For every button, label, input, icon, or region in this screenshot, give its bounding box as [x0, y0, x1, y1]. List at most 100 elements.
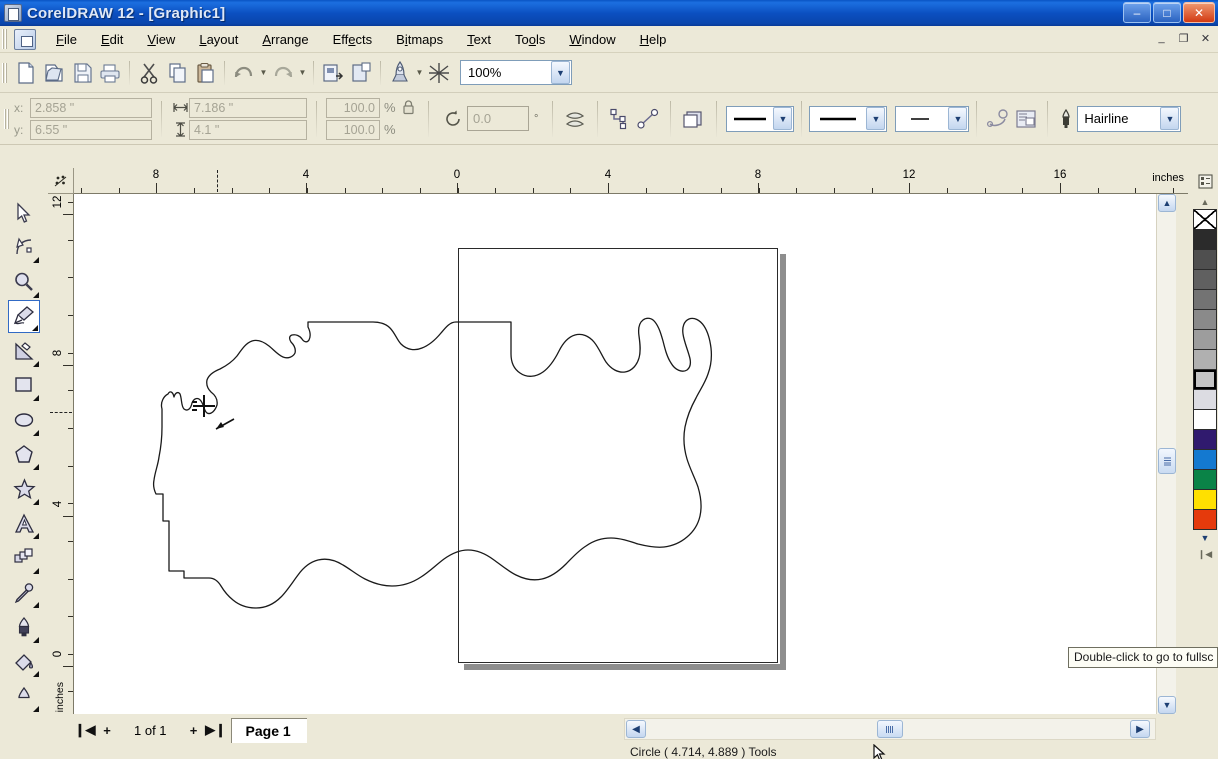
horizontal-scrollbar[interactable]: ◀ ▶ — [624, 718, 1156, 740]
flyout-arrow[interactable] — [33, 533, 39, 540]
application-launcher-icon[interactable] — [386, 58, 414, 88]
convert-outline-to-object-icon[interactable] — [634, 104, 662, 134]
swatch-green[interactable] — [1193, 469, 1217, 490]
outline-style-combobox[interactable]: ▼ — [726, 105, 795, 132]
mdi-minimize-button[interactable]: _ — [1153, 30, 1170, 46]
cut-icon[interactable] — [135, 58, 163, 88]
outline-style-caret[interactable]: ▼ — [773, 107, 793, 130]
vertical-scroll-thumb[interactable] — [1158, 448, 1176, 474]
redo-icon[interactable] — [269, 58, 297, 88]
swatch-white[interactable] — [1193, 409, 1217, 430]
minimize-button[interactable]: – — [1123, 2, 1151, 23]
outline-pen-icon[interactable] — [1055, 104, 1077, 134]
swatch-gray-90[interactable] — [1193, 249, 1217, 270]
horizontal-scroll-thumb[interactable] — [877, 720, 903, 738]
freehand-tool[interactable] — [8, 299, 40, 334]
polygon-tool[interactable] — [8, 438, 40, 472]
close-button[interactable]: ✕ — [1183, 2, 1215, 23]
add-page-after-button[interactable]: + — [183, 719, 205, 741]
flyout-arrow[interactable] — [33, 636, 39, 643]
menu-item-bitmaps[interactable]: Bitmaps — [384, 28, 455, 51]
menu-item-arrange[interactable]: Arrange — [250, 28, 320, 51]
lock-ratio-icon[interactable] — [398, 100, 418, 115]
menu-item-help[interactable]: Help — [628, 28, 679, 51]
scroll-right-button[interactable]: ▶ — [1130, 720, 1150, 738]
outline-arrow-end-caret[interactable]: ▼ — [948, 107, 968, 130]
swatch-gray-70[interactable] — [1193, 289, 1217, 310]
zoom-level-combobox[interactable]: 100% ▼ — [460, 60, 572, 85]
width-field[interactable]: 7.186 " — [189, 97, 307, 118]
vertical-scrollbar[interactable]: ▲ ▼ — [1156, 194, 1176, 714]
outline-width-caret[interactable]: ▼ — [1160, 107, 1180, 130]
swatch-black[interactable] — [1193, 229, 1217, 250]
outline-arrow-start-combobox[interactable]: ▼ — [809, 105, 888, 132]
scale-vertical-field[interactable]: 100.0 — [326, 119, 380, 140]
flyout-arrow[interactable] — [33, 602, 39, 609]
swatch-gray-50[interactable] — [1193, 329, 1217, 350]
undo-icon[interactable] — [230, 58, 258, 88]
swatch-gray-80[interactable] — [1193, 269, 1217, 290]
palette-end-button[interactable]: ❙◀ — [1193, 547, 1217, 561]
y-position-field[interactable]: 6.55 " — [30, 119, 152, 140]
scroll-up-button[interactable]: ▲ — [1158, 194, 1176, 212]
flyout-arrow[interactable] — [33, 257, 39, 264]
scale-horizontal-field[interactable]: 100.0 — [326, 97, 380, 118]
ellipse-tool[interactable] — [8, 403, 40, 437]
flyout-arrow[interactable] — [33, 706, 39, 712]
palette-scroll-up-button[interactable]: ▲ — [1193, 195, 1217, 209]
flyout-arrow[interactable] — [33, 464, 39, 471]
outline-to-object-icon[interactable] — [984, 104, 1012, 134]
convert-to-curves-icon[interactable] — [606, 104, 634, 134]
flyout-arrow[interactable] — [33, 360, 39, 367]
print-icon[interactable] — [96, 58, 124, 88]
text-properties-icon[interactable] — [1012, 104, 1040, 134]
menu-item-view[interactable]: View — [135, 28, 187, 51]
mdi-restore-button[interactable]: ❐ — [1175, 30, 1192, 46]
swatch-gray-20[interactable] — [1193, 389, 1217, 410]
swatch-red-orange[interactable] — [1193, 509, 1217, 530]
save-icon[interactable] — [68, 58, 96, 88]
outline-arrow-start-caret[interactable]: ▼ — [866, 107, 886, 130]
mirror-vertical-icon[interactable] — [561, 104, 589, 134]
scroll-down-button[interactable]: ▼ — [1158, 696, 1176, 714]
property-bar-grip[interactable] — [4, 108, 11, 129]
page-tab-page-1[interactable]: Page 1 — [230, 717, 307, 743]
swatch-blue[interactable] — [1193, 449, 1217, 470]
scroll-left-button[interactable]: ◀ — [626, 720, 646, 738]
new-icon[interactable] — [12, 58, 40, 88]
add-page-before-button[interactable]: + — [96, 719, 118, 741]
paste-icon[interactable] — [191, 58, 219, 88]
swatch-gray-40[interactable] — [1193, 349, 1217, 370]
swatch-no-color[interactable] — [1193, 209, 1217, 230]
corel-online-icon[interactable] — [425, 58, 453, 88]
first-page-button[interactable]: ❙◀ — [74, 719, 96, 741]
flyout-arrow[interactable] — [32, 325, 38, 332]
menu-item-window[interactable]: Window — [557, 28, 627, 51]
menu-item-effects[interactable]: Effects — [321, 28, 385, 51]
shape-tool[interactable] — [8, 231, 40, 265]
swatch-dark-purple[interactable] — [1193, 429, 1217, 450]
menu-item-file[interactable]: File — [44, 28, 89, 51]
outline-width-combobox[interactable]: Hairline ▼ — [1077, 105, 1182, 132]
color-palette[interactable]: ▲ ▼ ❙◀ — [1192, 195, 1218, 715]
flyout-arrow[interactable] — [33, 567, 39, 574]
flyout-arrow[interactable] — [33, 429, 39, 436]
menu-item-layout[interactable]: Layout — [187, 28, 250, 51]
interactive-fill-tool[interactable] — [8, 679, 40, 713]
export-icon[interactable] — [347, 58, 375, 88]
last-page-button[interactable]: ▶❙ — [205, 719, 227, 741]
horizontal-ruler[interactable]: inches 8 4 0 4 8 12 16 — [74, 168, 1188, 194]
menu-item-edit[interactable]: Edit — [89, 28, 135, 51]
redo-dropdown-caret[interactable]: ▼ — [297, 58, 308, 88]
basic-shapes-tool[interactable] — [8, 472, 40, 506]
undo-dropdown-caret[interactable]: ▼ — [258, 58, 269, 88]
outline-arrow-end-combobox[interactable]: ▼ — [895, 105, 970, 132]
import-icon[interactable] — [319, 58, 347, 88]
drawing-canvas[interactable] — [74, 194, 1156, 714]
toolbar-grip[interactable] — [2, 62, 9, 83]
zoom-dropdown-caret[interactable]: ▼ — [551, 61, 570, 84]
fill-tool[interactable] — [8, 645, 40, 679]
height-field[interactable]: 4.1 " — [189, 119, 307, 140]
menu-grip[interactable] — [2, 29, 9, 49]
text-tool[interactable] — [8, 507, 40, 541]
